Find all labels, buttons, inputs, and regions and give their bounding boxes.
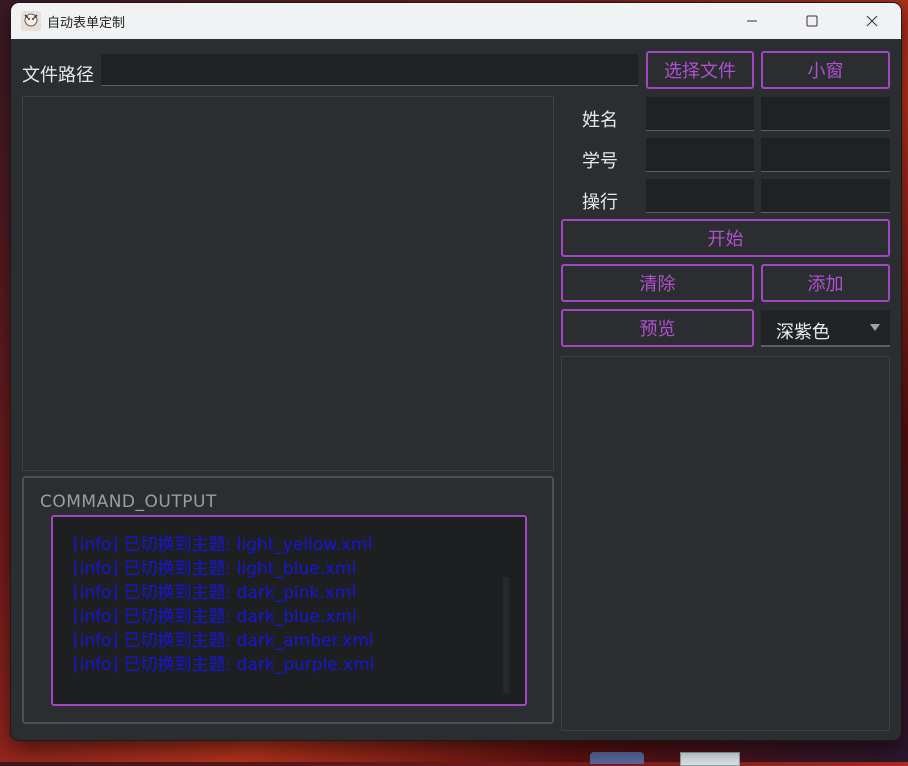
maximize-button[interactable] — [789, 3, 835, 39]
console-line: [info] 已切换到主题: dark_pink.xml — [73, 583, 357, 603]
preview-button[interactable]: 预览 — [561, 309, 754, 347]
console-line: [info] 已切换到主题: dark_blue.xml — [73, 607, 357, 627]
file-path-label: 文件路径 — [22, 65, 94, 86]
command-output-console[interactable]: [info] 已切换到主题: light_yellow.xml [info] 已… — [51, 515, 527, 706]
name-field-1[interactable] — [646, 97, 754, 131]
start-button[interactable]: 开始 — [561, 219, 890, 257]
preview-panel — [561, 356, 890, 731]
conduct-label: 操行 — [582, 192, 618, 213]
theme-select[interactable]: 深紫色 — [761, 310, 890, 347]
console-line: [info] 已切换到主题: dark_purple.xml — [73, 655, 375, 675]
console-line: [info] 已切换到主题: dark_amber.xml — [73, 631, 374, 651]
console-line: [info] 已切换到主题: light_yellow.xml — [73, 535, 373, 555]
window-title: 自动表单定制 — [47, 16, 126, 31]
conduct-field-1[interactable] — [646, 179, 754, 213]
app-window: 自动表单定制 文件路径 选择文件 小窗 姓名 学号 操行 开始 清除 添加 预览 — [11, 3, 901, 740]
command-output-title: COMMAND_OUTPUT — [40, 492, 217, 512]
student-id-label: 学号 — [582, 151, 618, 172]
student-id-field-1[interactable] — [646, 138, 754, 172]
command-output-group: COMMAND_OUTPUT [info] 已切换到主题: light_yell… — [22, 476, 554, 724]
main-content: 文件路径 选择文件 小窗 姓名 学号 操行 开始 清除 添加 预览 深紫色 CO… — [11, 39, 901, 740]
name-label: 姓名 — [582, 110, 618, 131]
clear-button[interactable]: 清除 — [561, 264, 754, 302]
maximize-icon — [806, 15, 818, 27]
close-icon — [866, 15, 878, 27]
title-bar: 自动表单定制 — [11, 3, 901, 39]
name-field-2[interactable] — [761, 97, 890, 131]
console-line: [info] 已切换到主题: light_blue.xml — [73, 559, 357, 579]
conduct-field-2[interactable] — [761, 179, 890, 213]
file-path-input[interactable] — [101, 54, 638, 86]
minimize-button[interactable] — [729, 3, 775, 39]
theme-select-value: 深紫色 — [776, 322, 830, 343]
add-button[interactable]: 添加 — [761, 264, 890, 302]
taskbar-icon[interactable] — [680, 752, 740, 766]
close-button[interactable] — [849, 3, 895, 39]
app-icon — [21, 11, 41, 31]
console-scrollbar[interactable] — [503, 577, 509, 693]
content-display-panel — [22, 96, 554, 471]
mini-window-button[interactable]: 小窗 — [761, 51, 890, 89]
taskbar-icon[interactable] — [590, 752, 644, 764]
minimize-icon — [747, 20, 757, 22]
student-id-field-2[interactable] — [761, 138, 890, 172]
select-file-button[interactable]: 选择文件 — [646, 51, 754, 89]
chevron-down-icon — [870, 324, 880, 331]
